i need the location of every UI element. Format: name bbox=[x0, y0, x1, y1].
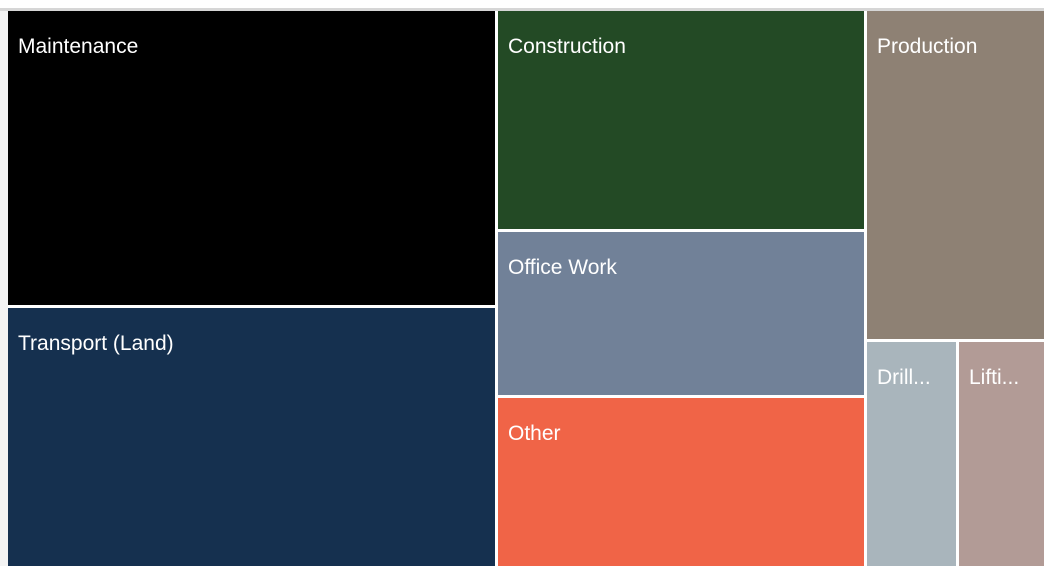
treemap-tile[interactable]: Office Work bbox=[498, 232, 864, 395]
tile-label: Drill... bbox=[877, 366, 931, 389]
tile-label: Maintenance bbox=[18, 35, 139, 58]
tile-label: Production bbox=[877, 35, 978, 58]
chart-frame: Maintenance Transport (Land) Construction O… bbox=[0, 0, 1044, 566]
treemap-tile[interactable]: Maintenance bbox=[8, 11, 495, 305]
tile-label: Construction bbox=[508, 35, 626, 58]
tile-label: Lifti... bbox=[969, 366, 1020, 389]
tile-label: Transport (Land) bbox=[18, 332, 174, 355]
left-gutter bbox=[0, 11, 8, 566]
treemap-tile[interactable]: Construction bbox=[498, 11, 864, 229]
treemap-tile[interactable]: Production bbox=[867, 11, 1044, 339]
treemap-tile[interactable]: Drill... bbox=[867, 342, 956, 566]
tile-label: Other bbox=[508, 422, 561, 445]
tile-label: Office Work bbox=[508, 256, 617, 279]
treemap-tile[interactable]: Transport (Land) bbox=[8, 308, 495, 566]
treemap-tile[interactable]: Other bbox=[498, 398, 864, 566]
treemap-tile[interactable]: Lifti... bbox=[959, 342, 1044, 566]
treemap-chart: Maintenance Transport (Land) Construction O… bbox=[8, 11, 1044, 566]
